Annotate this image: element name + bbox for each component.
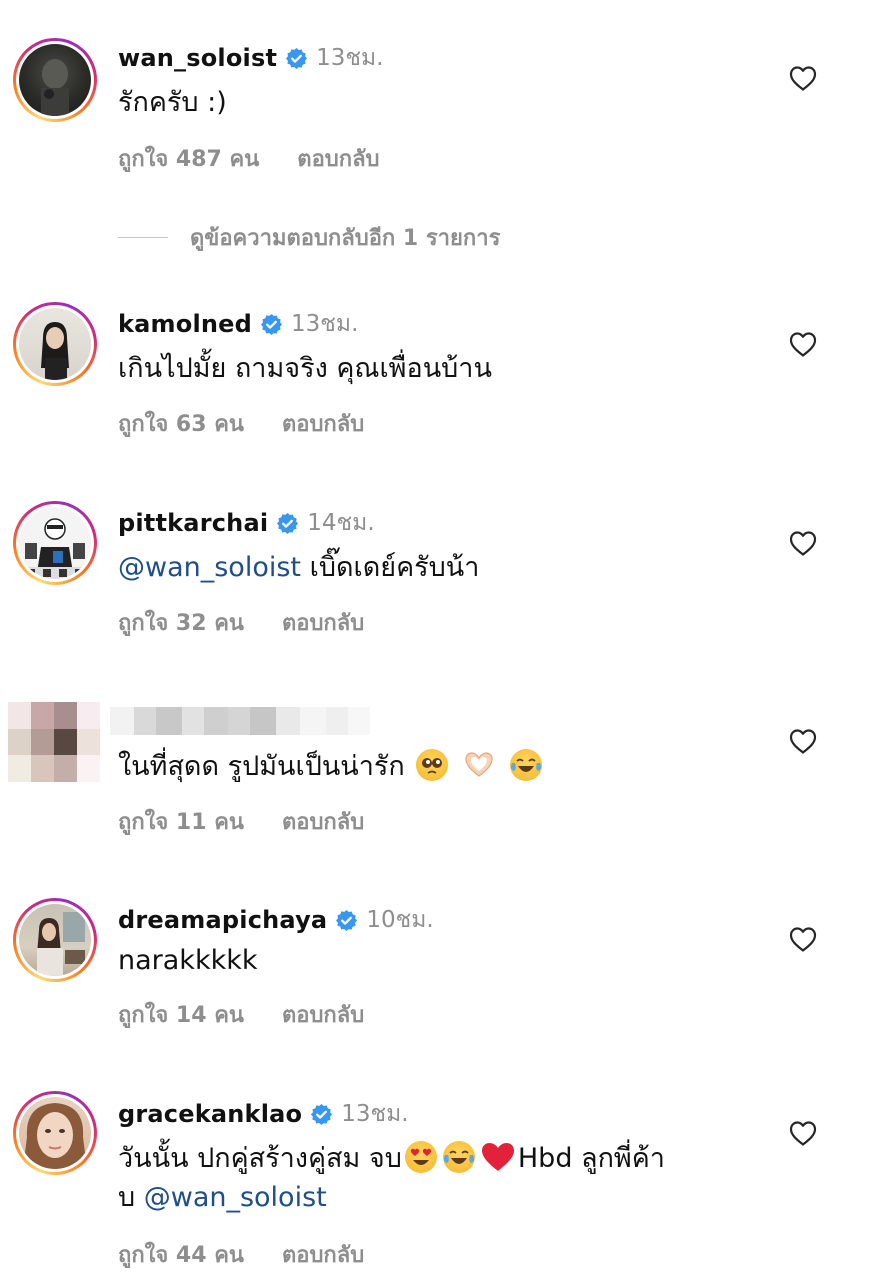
verified-badge-icon xyxy=(285,47,308,70)
likes-count[interactable]: ถูกใจ 11 คน xyxy=(118,804,244,839)
username[interactable]: gracekanklao xyxy=(118,1100,302,1128)
comment-meta: ถูกใจ 44 คน ตอบกลับ xyxy=(118,1237,364,1272)
verified-badge-icon xyxy=(335,909,358,932)
reply-button[interactable]: ตอบกลับ xyxy=(282,605,364,640)
username-row: kamolned 13ชม. xyxy=(118,306,358,342)
avatar[interactable] xyxy=(13,898,97,982)
reply-button[interactable]: ตอบกลับ xyxy=(297,141,379,176)
mention-link[interactable]: @wan_soloist xyxy=(118,552,301,583)
username[interactable]: kamolned xyxy=(118,310,252,338)
view-more-replies-label: ดูข้อความตอบกลับอีก 1 รายการ xyxy=(190,226,501,251)
timestamp: 13ชม. xyxy=(316,45,384,71)
heart-icon[interactable] xyxy=(789,728,817,754)
timestamp: 14ชม. xyxy=(307,510,375,536)
tears-of-joy-emoji-icon xyxy=(509,749,542,781)
cartoon-avatar-icon xyxy=(19,507,91,579)
blurred-username xyxy=(110,707,370,735)
avatar[interactable] xyxy=(13,1091,97,1175)
heart-icon[interactable] xyxy=(789,926,817,952)
comment-body-continued: Hbd ลูกพี่ค้า xyxy=(517,1143,665,1174)
comment-body: วันนั้น ปกคู่สร้างคู่สม จบ xyxy=(118,1143,402,1174)
heart-icon[interactable] xyxy=(789,530,817,556)
woman-closeup-avatar-icon xyxy=(19,1097,91,1169)
username[interactable]: dreamapichaya xyxy=(118,906,327,934)
blurred-avatar-icon[interactable] xyxy=(8,702,100,782)
timestamp: 13ชม. xyxy=(341,1101,409,1127)
timestamp: 10ชม. xyxy=(366,907,434,933)
avatar[interactable] xyxy=(13,302,97,386)
comment-text: รักครับ :) xyxy=(118,87,227,118)
username-row: dreamapichaya 10ชม. xyxy=(118,902,434,938)
username[interactable]: wan_soloist xyxy=(118,44,277,72)
verified-badge-icon xyxy=(260,313,283,336)
comment-text: เกินไปมั้ย ถามจริง คุณเพื่อนบ้าน xyxy=(118,353,492,384)
pleading-face-emoji-icon xyxy=(416,749,449,781)
comment-meta: ถูกใจ 63 คน ตอบกลับ xyxy=(118,406,364,441)
timestamp: 13ชม. xyxy=(291,311,359,337)
reply-button[interactable]: ตอบกลับ xyxy=(282,804,364,839)
woman-room-avatar-icon xyxy=(19,904,91,976)
username-row: gracekanklao 13ชม. xyxy=(118,1096,409,1132)
heart-icon[interactable] xyxy=(789,1120,817,1146)
mention-link[interactable]: @wan_soloist xyxy=(144,1182,327,1213)
comment-meta: ถูกใจ 14 คน ตอบกลับ xyxy=(118,997,364,1032)
comment-meta: ถูกใจ 11 คน ตอบกลับ xyxy=(118,804,364,839)
comment-meta: ถูกใจ 487 คน ตอบกลับ xyxy=(118,141,380,176)
avatar[interactable] xyxy=(13,38,97,122)
heart-icon[interactable] xyxy=(789,331,817,357)
likes-count[interactable]: ถูกใจ 63 คน xyxy=(118,406,244,441)
username-row: wan_soloist 13ชม. xyxy=(118,40,384,76)
likes-count[interactable]: ถูกใจ 487 คน xyxy=(118,141,259,176)
comment-text-line-2: บ @wan_soloist xyxy=(118,1176,327,1220)
likes-count[interactable]: ถูกใจ 44 คน xyxy=(118,1237,244,1272)
comment-text-line-1: วันนั้น ปกคู่สร้างคู่สม จบ Hbd ลูกพี่ค้า xyxy=(118,1137,665,1181)
woman-portrait-avatar-icon xyxy=(19,308,91,380)
reply-button[interactable]: ตอบกลับ xyxy=(282,1237,364,1272)
avatar[interactable] xyxy=(13,501,97,585)
dark-portrait-avatar-icon xyxy=(19,44,91,116)
comment-meta: ถูกใจ 32 คน ตอบกลับ xyxy=(118,605,364,640)
divider-line xyxy=(118,237,168,238)
username-row: pittkarchai 14ชม. xyxy=(118,505,375,541)
reply-button[interactable]: ตอบกลับ xyxy=(282,406,364,441)
verified-badge-icon xyxy=(310,1103,333,1126)
heart-eyes-emoji-icon xyxy=(404,1141,437,1173)
red-heart-emoji-icon xyxy=(481,1143,514,1171)
verified-badge-icon xyxy=(276,512,299,535)
view-more-replies-button[interactable]: ดูข้อความตอบกลับอีก 1 รายการ xyxy=(118,220,500,255)
comment-text: narakkkkk xyxy=(118,945,258,976)
reply-button[interactable]: ตอบกลับ xyxy=(282,997,364,1032)
comment-body-prefix: บ xyxy=(118,1182,144,1213)
comment-text: @wan_soloist เบิ๊ดเดย์ครับน้า xyxy=(118,546,479,590)
comment-text: ในที่สุดด รูปมันเป็นน่ารัก xyxy=(118,745,545,789)
likes-count[interactable]: ถูกใจ 32 คน xyxy=(118,605,244,640)
username[interactable]: pittkarchai xyxy=(118,509,268,537)
likes-count[interactable]: ถูกใจ 14 คน xyxy=(118,997,244,1032)
heart-hands-emoji-icon xyxy=(463,749,495,781)
heart-icon[interactable] xyxy=(789,65,817,91)
comment-body: ในที่สุดด รูปมันเป็นน่ารัก xyxy=(118,751,405,782)
tears-of-joy-emoji-icon xyxy=(442,1141,475,1173)
comment-body: เบิ๊ดเดย์ครับน้า xyxy=(309,552,480,583)
